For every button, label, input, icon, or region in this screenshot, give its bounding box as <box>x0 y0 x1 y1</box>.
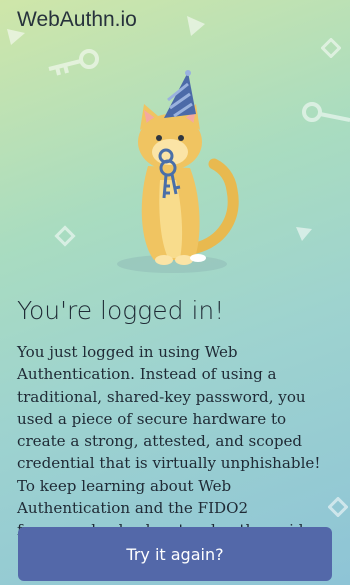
triangle-shape-icon <box>296 227 312 241</box>
try-again-button[interactable]: Try it again? <box>18 527 332 581</box>
diamond-shape-icon <box>321 38 341 58</box>
triangle-shape-icon <box>187 16 205 36</box>
site-logo-text[interactable]: WebAuthn.io <box>17 8 137 32</box>
page-title: You're logged in! <box>17 296 225 325</box>
key-shape-icon <box>48 49 99 76</box>
diamond-shape-icon <box>54 225 76 247</box>
key-shape-icon <box>302 102 350 122</box>
description-text: You just logged in using Web Authenticat… <box>17 341 337 542</box>
description-body: You just logged in using Web Authenticat… <box>17 343 321 539</box>
cat-with-keys-icon <box>117 70 239 273</box>
